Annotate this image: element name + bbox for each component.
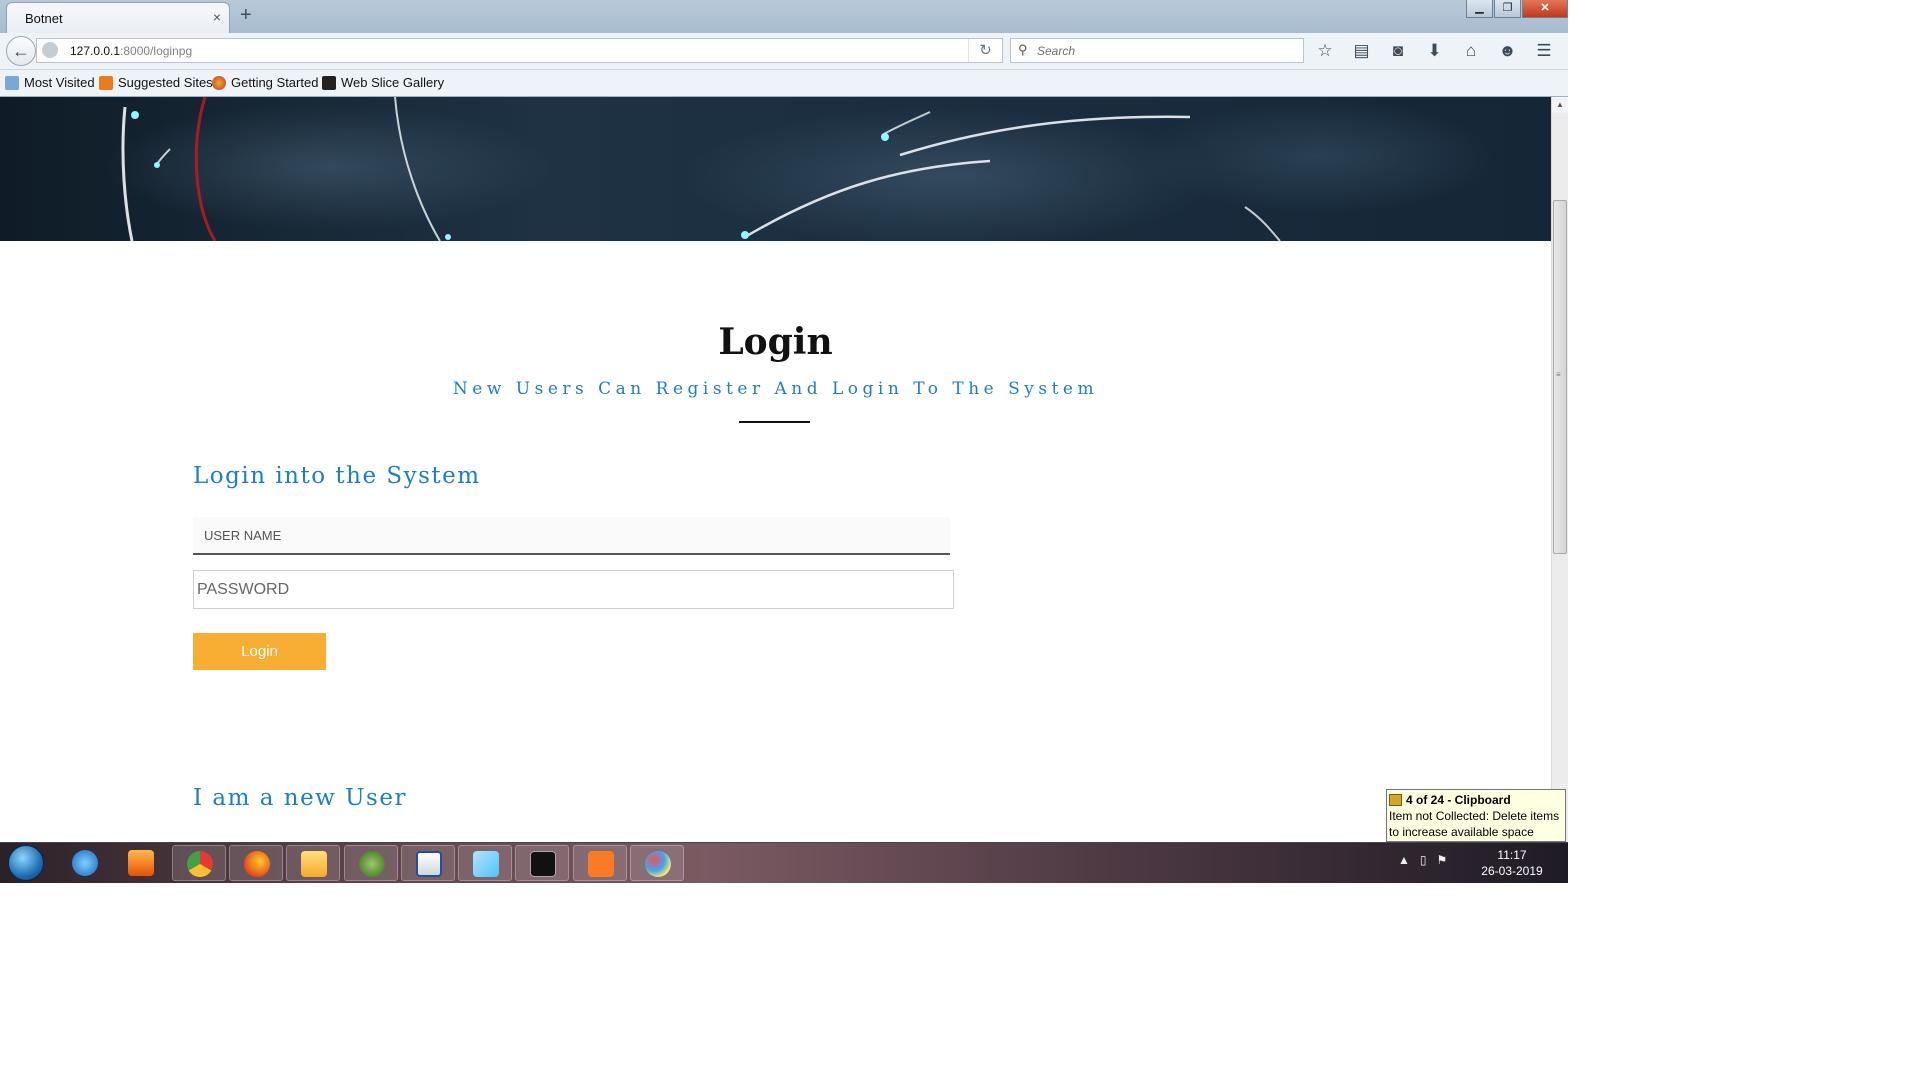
world-map-illustration bbox=[121, 97, 1281, 241]
suggested-sites-icon bbox=[99, 75, 113, 90]
window-controls: ▁ ❐ ✕ bbox=[1465, 0, 1568, 20]
start-button[interactable] bbox=[8, 845, 44, 881]
password-input[interactable] bbox=[193, 570, 954, 609]
system-tray: ▲ ▯ ⚑ bbox=[1398, 853, 1457, 867]
taskbar-media-player[interactable] bbox=[114, 845, 168, 881]
taskbar-file-explorer[interactable] bbox=[286, 845, 340, 881]
close-window-button[interactable]: ✕ bbox=[1522, 0, 1568, 18]
page-subtitle: New Users Can Register And Login To The … bbox=[452, 379, 1099, 399]
smiley-icon[interactable]: ☻ bbox=[1496, 41, 1520, 61]
taskbar-utorrent[interactable] bbox=[344, 845, 398, 881]
register-section-heading: I am a new User bbox=[193, 785, 407, 811]
taskbar-firefox[interactable] bbox=[229, 845, 283, 881]
scroll-up-arrow-icon[interactable]: ▲ bbox=[1552, 97, 1568, 113]
device-icon[interactable]: ▯ bbox=[1420, 853, 1427, 867]
maximize-button[interactable]: ❐ bbox=[1494, 0, 1521, 18]
folder-icon bbox=[5, 75, 19, 90]
address-bar[interactable]: 127.0.0.1:8000/loginpg ↻ bbox=[36, 38, 1003, 63]
page-viewport: Login New Users Can Register And Login T… bbox=[0, 97, 1551, 842]
bookmarks-toolbar: Most Visited Suggested Sites Getting Sta… bbox=[0, 70, 1568, 97]
menu-icon[interactable]: ☰ bbox=[1532, 41, 1556, 61]
windows-taskbar: ▲ ▯ ⚑ 11:17 26-03-2019 bbox=[0, 842, 1568, 883]
clock-date: 26-03-2019 bbox=[1481, 864, 1543, 878]
browser-tab[interactable]: Botnet × bbox=[6, 2, 230, 33]
username-input[interactable] bbox=[193, 517, 950, 555]
reload-icon[interactable]: ↻ bbox=[968, 39, 1002, 62]
taskbar-command-prompt[interactable] bbox=[515, 845, 569, 881]
firefox-icon bbox=[212, 75, 226, 90]
paint-icon bbox=[645, 851, 671, 877]
star-icon[interactable]: ☆ bbox=[1313, 41, 1337, 61]
xampp-icon bbox=[588, 851, 614, 877]
toolbar-icons: ☆ ▤ ◙ ⬇ ⌂ ☻ ☰ bbox=[1313, 41, 1569, 61]
search-placeholder: Search bbox=[1037, 44, 1076, 58]
command-prompt-icon bbox=[530, 851, 556, 877]
chrome-icon bbox=[187, 851, 213, 877]
tab-strip: Botnet × + ▁ ❐ ✕ bbox=[0, 0, 1568, 33]
clock-time: 11:17 bbox=[1497, 848, 1527, 862]
taskbar-internet-explorer[interactable] bbox=[58, 845, 112, 881]
taskbar-chrome[interactable] bbox=[172, 845, 226, 881]
hero-banner bbox=[0, 97, 1551, 241]
taskbar-notepad[interactable] bbox=[458, 845, 512, 881]
page-scrollbar[interactable]: ▲ ≡ bbox=[1551, 97, 1568, 842]
word-icon bbox=[416, 851, 442, 877]
title-divider bbox=[739, 421, 810, 423]
home-icon[interactable]: ⌂ bbox=[1459, 41, 1483, 61]
web-slice-icon bbox=[322, 75, 336, 90]
site-identity-icon[interactable] bbox=[42, 42, 58, 58]
tab-close-icon[interactable]: × bbox=[213, 9, 221, 25]
tab-title: Botnet bbox=[25, 11, 63, 26]
reading-list-icon[interactable]: ▤ bbox=[1350, 41, 1374, 61]
back-button[interactable]: ← bbox=[6, 36, 36, 66]
folder-icon bbox=[301, 851, 327, 877]
media-player-icon bbox=[128, 850, 154, 876]
download-icon[interactable]: ⬇ bbox=[1423, 41, 1447, 61]
show-hidden-icons-icon[interactable]: ▲ bbox=[1398, 853, 1410, 867]
system-clock[interactable]: 11:17 26-03-2019 bbox=[1480, 847, 1544, 879]
firefox-icon bbox=[244, 851, 270, 877]
taskbar-xampp[interactable] bbox=[573, 845, 627, 881]
bookmark-getting-started[interactable]: Getting Started bbox=[212, 75, 318, 90]
taskbar-word[interactable] bbox=[401, 845, 455, 881]
bookmark-web-slice-gallery[interactable]: Web Slice Gallery bbox=[322, 75, 444, 90]
url-text[interactable]: 127.0.0.1:8000/loginpg bbox=[70, 44, 192, 58]
clipboard-message: Item not Collected: Delete items to incr… bbox=[1389, 809, 1560, 839]
scroll-grip-icon: ≡ bbox=[1556, 370, 1561, 379]
clipboard-notification[interactable]: 4 of 24 - Clipboard Item not Collected: … bbox=[1386, 789, 1566, 842]
search-icon: ⚲ bbox=[1018, 42, 1028, 57]
page-title: Login bbox=[718, 321, 833, 363]
scroll-thumb[interactable]: ≡ bbox=[1553, 200, 1567, 554]
navigation-toolbar: 127.0.0.1:8000/loginpg ↻ ← ⚲ Search ☆ ▤ … bbox=[0, 33, 1568, 70]
login-section-heading: Login into the System bbox=[193, 463, 481, 489]
taskbar-paint[interactable] bbox=[630, 845, 684, 881]
notepad-icon bbox=[473, 851, 499, 877]
action-center-flag-icon[interactable]: ⚑ bbox=[1437, 853, 1448, 867]
clipboard-icon bbox=[1389, 793, 1402, 806]
new-tab-button[interactable]: + bbox=[240, 4, 252, 27]
minimize-button[interactable]: ▁ bbox=[1466, 0, 1493, 18]
bookmark-suggested-sites[interactable]: Suggested Sites bbox=[99, 75, 213, 90]
bookmark-most-visited[interactable]: Most Visited bbox=[5, 75, 95, 90]
login-button[interactable]: Login bbox=[193, 633, 326, 670]
utorrent-icon bbox=[359, 851, 385, 877]
internet-explorer-icon bbox=[72, 850, 98, 876]
search-bar[interactable]: ⚲ Search bbox=[1010, 38, 1304, 63]
pocket-icon[interactable]: ◙ bbox=[1386, 41, 1410, 61]
clipboard-title: 4 of 24 - Clipboard bbox=[1406, 792, 1511, 807]
